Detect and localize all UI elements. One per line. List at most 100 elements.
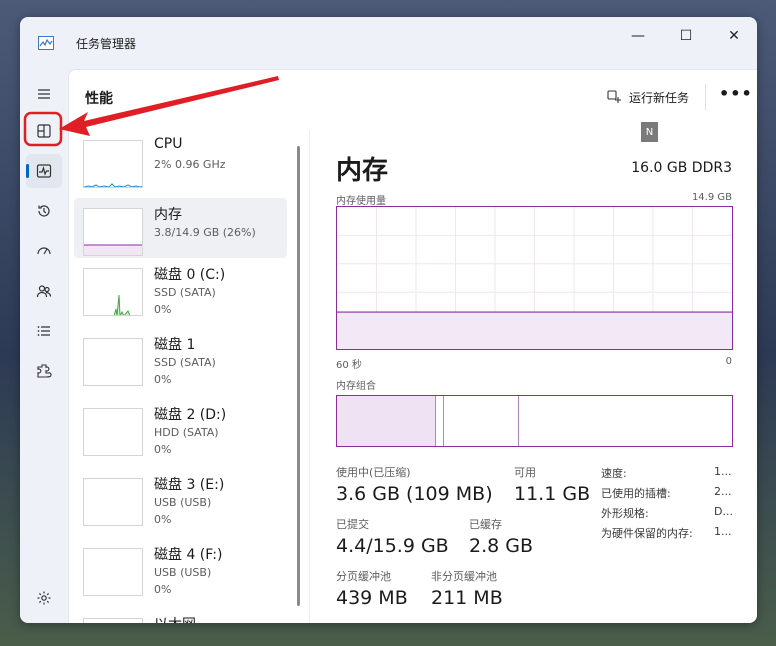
list-item-cpu[interactable]: CPU 2% 0.96 GHz (74, 130, 287, 190)
spec-speed-label: 速度: (601, 467, 627, 480)
nav-item-performance[interactable] (26, 154, 62, 188)
disk-0-thumbnail-graph (83, 268, 143, 316)
memory-usage-graph (336, 206, 733, 350)
stat-label: 使用中(已压缩) (336, 466, 411, 479)
stat-paged-pool: 分页缓冲池 439 MB (336, 568, 408, 609)
ethernet-thumbnail-graph (83, 618, 143, 623)
header-divider (705, 84, 706, 110)
gear-icon (37, 591, 51, 605)
stat-committed: 已提交 4.4/15.9 GB (336, 516, 449, 557)
list-item-value: 0% (154, 303, 172, 316)
list-item-disk-0[interactable]: 磁盘 0 (C:) SSD (SATA) 0% (74, 258, 287, 318)
list-item-name: 磁盘 1 (154, 337, 196, 353)
list-item-detail: USB (USB) (154, 496, 212, 509)
composition-modified (436, 396, 444, 446)
list-item-value: 0% (154, 583, 172, 596)
nav-item-processes[interactable] (26, 114, 62, 148)
run-task-icon (607, 90, 621, 103)
device-list: CPU 2% 0.96 GHz 内存 3.8/14.9 GB (26%) 磁盘 … (69, 130, 301, 623)
spec-reserved-value: 1... (714, 525, 732, 538)
list-item-ethernet[interactable]: 以太网 (74, 608, 287, 623)
page-header: 性能 运行新任务 ••• (69, 70, 757, 120)
list-item-detail: USB (USB) (154, 566, 212, 579)
page-title: 性能 (85, 91, 113, 107)
stat-nonpaged-pool: 非分页缓冲池 211 MB (431, 568, 503, 609)
hamburger-menu-icon (38, 89, 50, 99)
time-axis-start: 60 秒 (336, 360, 362, 371)
spec-reserved-label: 为硬件保留的内存: (601, 527, 693, 540)
details-icon (37, 326, 50, 336)
maximize-button[interactable]: ☐ (663, 25, 709, 47)
disk-2-thumbnail-graph (83, 408, 143, 456)
stat-value: 4.4/15.9 GB (336, 535, 449, 557)
list-item-detail: SSD (SATA) (154, 356, 216, 369)
list-item-value: 0% (154, 513, 172, 526)
stat-value: 3.6 GB (109 MB) (336, 483, 493, 505)
run-new-task-label: 运行新任务 (629, 90, 690, 105)
stat-value: 211 MB (431, 587, 503, 609)
list-item-disk-2[interactable]: 磁盘 2 (D:) HDD (SATA) 0% (74, 398, 287, 458)
composition-label: 内存组合 (336, 381, 376, 392)
navigation-rail (20, 67, 68, 623)
settings-button[interactable] (26, 583, 62, 613)
disk-3-thumbnail-graph (83, 478, 143, 526)
stat-value: 2.8 GB (469, 535, 534, 557)
composition-standby (444, 396, 519, 446)
title-bar: 任务管理器 — ☐ ✕ (20, 17, 757, 67)
stat-value: 11.1 GB (514, 483, 591, 505)
nav-item-app-history[interactable] (26, 194, 62, 228)
run-new-task-button[interactable]: 运行新任务 (607, 86, 689, 108)
stat-label: 已提交 (336, 518, 369, 531)
performance-icon (36, 164, 52, 178)
spec-form-factor-value: D... (714, 505, 733, 518)
list-item-name: 磁盘 0 (C:) (154, 267, 226, 283)
list-item-disk-4[interactable]: 磁盘 4 (F:) USB (USB) 0% (74, 538, 287, 598)
list-item-value: 0% (154, 373, 172, 386)
stat-label: 可用 (514, 466, 536, 479)
device-list-scrollbar[interactable] (297, 146, 300, 606)
hamburger-menu-button[interactable] (26, 77, 62, 111)
stat-label: 非分页缓冲池 (431, 570, 497, 583)
memory-detail-panel: 内存 16.0 GB DDR3 内存使用量 14.9 GB 60 秒 0 内存组… (309, 130, 757, 623)
nav-item-users[interactable] (26, 274, 62, 308)
processes-icon (37, 124, 51, 138)
more-options-button[interactable]: ••• (719, 84, 753, 103)
stat-in-use: 使用中(已压缩) 3.6 GB (109 MB) (336, 464, 493, 505)
cpu-thumbnail-graph (83, 140, 143, 188)
list-item-detail: SSD (SATA) (154, 286, 216, 299)
list-item-disk-3[interactable]: 磁盘 3 (E:) USB (USB) 0% (74, 468, 287, 528)
close-button[interactable]: ✕ (711, 25, 757, 47)
list-item-name: 磁盘 3 (E:) (154, 477, 225, 493)
list-item-value: 0% (154, 443, 172, 456)
stat-value: 439 MB (336, 587, 408, 609)
composition-in-use (337, 396, 436, 446)
task-manager-app-icon (38, 35, 54, 50)
app-history-icon (38, 205, 50, 217)
stat-label: 分页缓冲池 (336, 570, 391, 583)
startup-apps-icon (37, 247, 51, 255)
time-axis-end: 0 (725, 356, 732, 367)
memory-spec: 16.0 GB DDR3 (631, 160, 732, 176)
list-item-name: 内存 (154, 207, 182, 223)
list-item-name: 磁盘 2 (D:) (154, 407, 227, 423)
list-item-memory[interactable]: 内存 3.8/14.9 GB (26%) (74, 198, 287, 258)
usage-graph-label: 内存使用量 (336, 196, 386, 207)
users-icon (36, 285, 52, 298)
detail-title: 内存 (336, 156, 389, 186)
list-item-detail: HDD (SATA) (154, 426, 219, 439)
list-item-name: 磁盘 4 (F:) (154, 547, 223, 563)
nav-item-details[interactable] (26, 314, 62, 348)
minimize-button[interactable]: — (615, 25, 661, 47)
nav-item-startup-apps[interactable] (26, 234, 62, 268)
list-item-detail: 2% 0.96 GHz (154, 158, 226, 171)
list-item-disk-1[interactable]: 磁盘 1 SSD (SATA) 0% (74, 328, 287, 388)
spec-form-factor-label: 外形规格: (601, 507, 649, 520)
usage-graph-max: 14.9 GB (691, 192, 732, 203)
window-title: 任务管理器 (76, 37, 137, 51)
nav-item-services[interactable] (26, 354, 62, 388)
stat-cached: 已缓存 2.8 GB (469, 516, 533, 557)
usage-fill (337, 312, 732, 349)
spec-slots-value: 2... (714, 485, 732, 498)
stat-label: 已缓存 (469, 518, 502, 531)
spec-speed-value: 1... (714, 465, 732, 478)
